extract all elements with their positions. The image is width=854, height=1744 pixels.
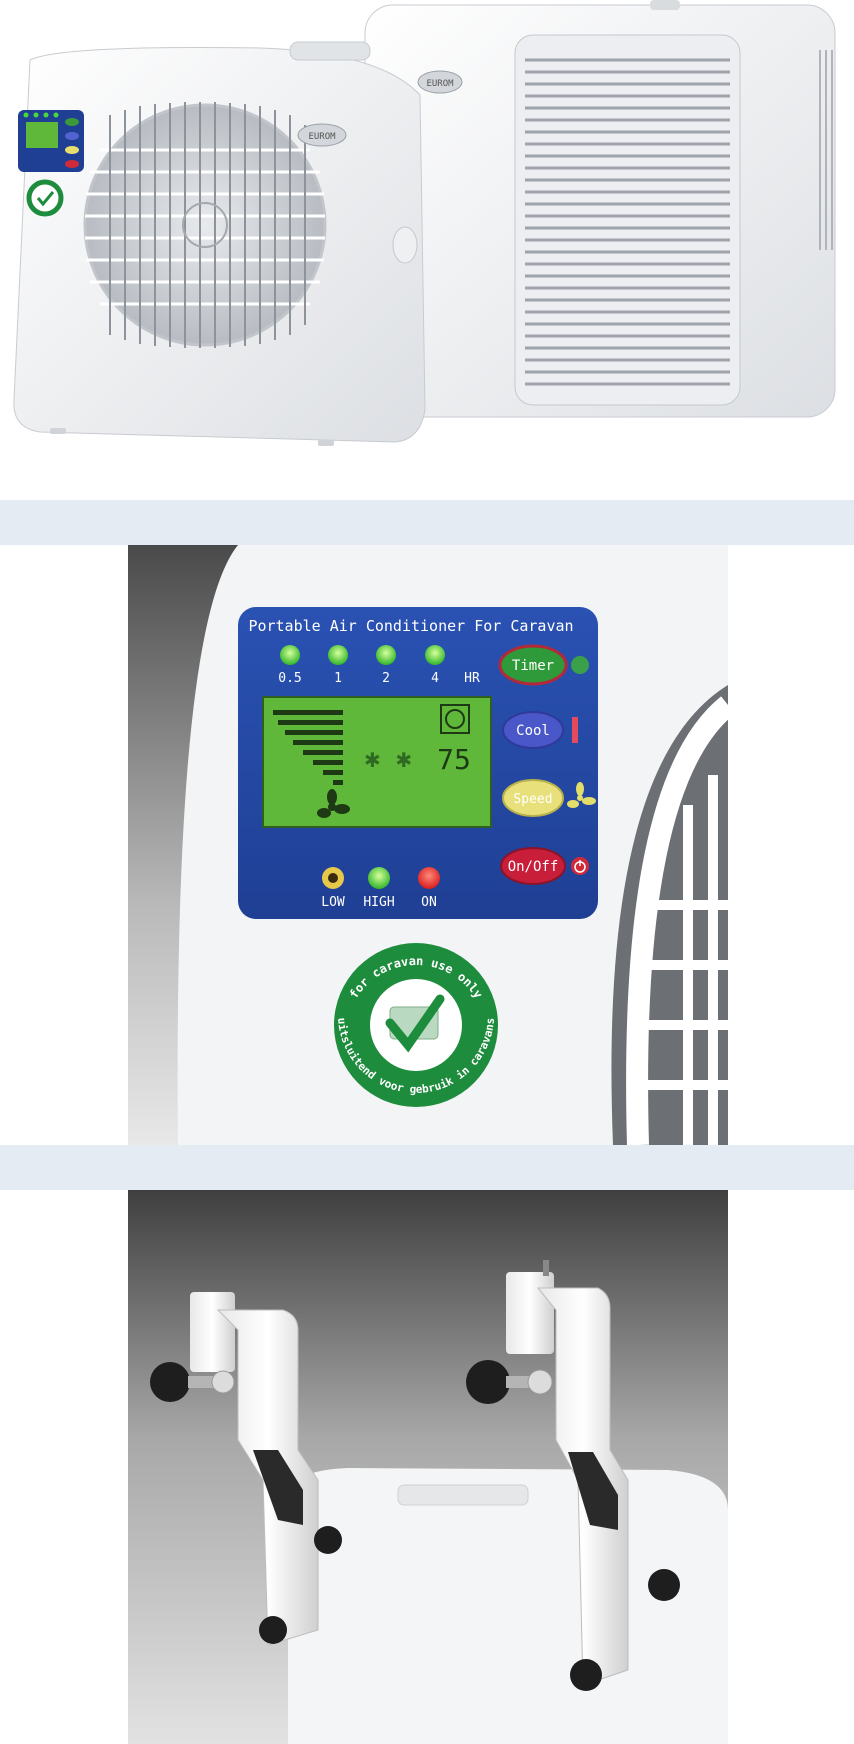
lcd-temperature: 75	[437, 743, 471, 776]
product-photo-units: EUROM EUROM	[0, 0, 854, 500]
high-indicator	[368, 867, 390, 889]
panel-title: Portable Air Conditioner For Caravan	[248, 617, 573, 635]
lcd-display: ✱ ✱ 75	[262, 696, 492, 828]
timer-led-0-5	[280, 645, 300, 665]
timer-button[interactable]: Timer	[498, 644, 568, 686]
speed-button[interactable]: Speed	[502, 779, 564, 817]
timer-label-2: 2	[382, 671, 390, 686]
timer-label-4: 4	[431, 671, 439, 686]
on-off-button-label: On/Off	[508, 859, 559, 875]
timer-label-0-5: 0.5	[278, 671, 301, 686]
timer-led-1	[328, 645, 348, 665]
lcd-fan-glyph: ✱ ✱	[365, 744, 412, 774]
control-panel-photo: Portable Air Conditioner For Caravan 0.5…	[128, 545, 728, 1145]
timer-led-2	[376, 645, 396, 665]
control-panel: Portable Air Conditioner For Caravan 0.5…	[238, 607, 598, 919]
logo-text-front: EUROM	[308, 132, 336, 142]
speed-button-label: Speed	[513, 792, 552, 807]
thermometer-icon	[572, 717, 578, 743]
on-label: ON	[421, 895, 437, 910]
power-icon	[571, 857, 589, 875]
indoor-unit: EUROM	[13, 41, 426, 446]
high-label: HIGH	[363, 895, 394, 910]
timer-label-1: 1	[334, 671, 342, 686]
on-indicator	[418, 867, 440, 889]
timer-led-4	[425, 645, 445, 665]
timer-gear-icon	[571, 656, 589, 674]
caravan-use-badge: for caravan use only uitsluitend voor ge…	[334, 943, 498, 1107]
low-label: LOW	[321, 895, 345, 910]
timer-label-hr: HR	[464, 671, 480, 686]
outdoor-unit: EUROM	[364, 0, 836, 418]
cool-button-label: Cool	[516, 723, 550, 739]
cool-button[interactable]: Cool	[502, 711, 564, 749]
mounting-bracket-photo	[128, 1190, 728, 1744]
timer-button-label: Timer	[512, 658, 554, 674]
image-separator	[0, 1145, 854, 1190]
image-separator	[0, 500, 854, 545]
logo-text-back: EUROM	[426, 79, 454, 89]
on-off-button[interactable]: On/Off	[500, 847, 566, 885]
